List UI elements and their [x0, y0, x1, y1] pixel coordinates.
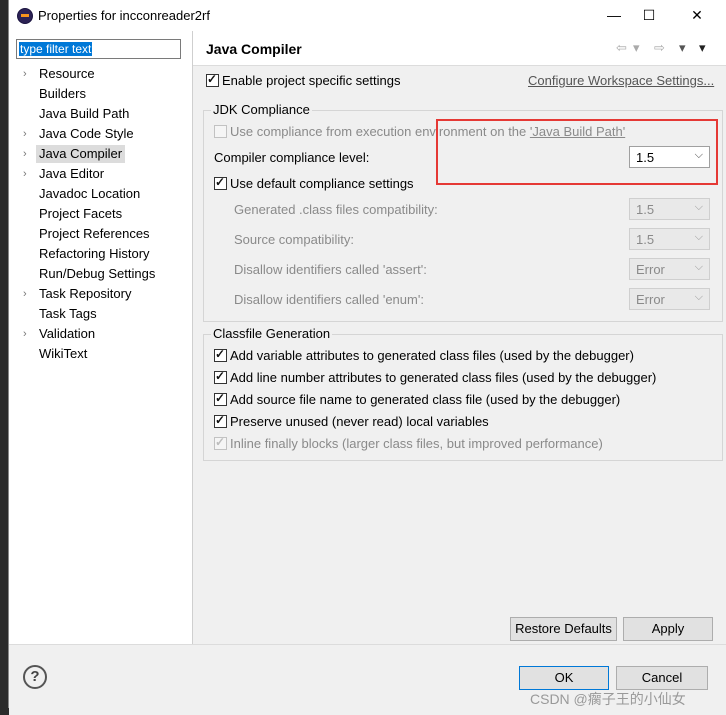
use-default-compliance-checkbox[interactable]: [214, 175, 227, 190]
tree-item-refactoring-history[interactable]: Refactoring History: [39, 245, 150, 263]
disallow-enum-label: Disallow identifiers called 'enum':: [234, 292, 424, 307]
add-line-number-label: Add line number attributes to generated …: [230, 370, 657, 385]
highlight-annotation: [436, 119, 718, 185]
add-line-number-checkbox[interactable]: [214, 369, 227, 384]
jdk-compliance-title: JDK Compliance: [211, 102, 312, 117]
restore-defaults-button[interactable]: Restore Defaults: [510, 617, 617, 641]
preference-tree: type filter text › Resource Builders Jav…: [9, 31, 192, 644]
eclipse-app-icon: [17, 8, 33, 24]
preserve-unused-locals-checkbox[interactable]: [214, 413, 227, 428]
disallow-enum-select[interactable]: Error ⌵: [629, 288, 710, 310]
back-arrow-icon[interactable]: ⇦: [616, 40, 627, 56]
page-header: Java Compiler ⇦ ▾ ⇨ ▾ ▾: [193, 31, 726, 66]
add-variable-attributes-checkbox[interactable]: [214, 347, 227, 362]
disallow-assert-select[interactable]: Error ⌵: [629, 258, 710, 280]
add-variable-attributes-label: Add variable attributes to generated cla…: [230, 348, 634, 363]
preserve-unused-locals-label: Preserve unused (never read) local varia…: [230, 414, 489, 429]
help-icon[interactable]: ?: [23, 665, 47, 689]
chevron-down-icon: ⌵: [694, 201, 703, 213]
chevron-down-icon: ⌵: [694, 261, 703, 273]
chevron-down-icon: ⌵: [694, 291, 703, 303]
source-compat-select[interactable]: 1.5 ⌵: [629, 228, 710, 250]
csdn-watermark: CSDN @瘸子王的小仙女: [530, 691, 686, 707]
disallow-assert-label: Disallow identifiers called 'assert':: [234, 262, 427, 277]
ok-button[interactable]: OK: [519, 666, 609, 690]
minimize-button[interactable]: —: [603, 5, 625, 25]
expand-arrow-icon[interactable]: ›: [23, 65, 31, 83]
add-source-file-name-checkbox[interactable]: [214, 391, 227, 406]
tree-item-java-editor[interactable]: Java Editor: [39, 165, 104, 183]
generated-class-compat-select[interactable]: 1.5 ⌵: [629, 198, 710, 220]
tree-item-java-compiler[interactable]: Java Compiler: [36, 145, 126, 163]
tree-item-wikitext[interactable]: WikiText: [39, 345, 87, 363]
tree-item-javadoc-location[interactable]: Javadoc Location: [39, 185, 140, 203]
properties-dialog: Properties for incconreader2rf — ☐ ✕ typ…: [8, 0, 726, 709]
cancel-button[interactable]: Cancel: [616, 666, 708, 690]
back-dropdown-icon[interactable]: ▾: [633, 40, 640, 56]
source-compat-label: Source compatibility:: [234, 232, 354, 247]
inline-finally-label: Inline finally blocks (larger class file…: [230, 436, 603, 451]
expand-arrow-icon[interactable]: ›: [23, 125, 31, 143]
configure-workspace-link[interactable]: Configure Workspace Settings...: [528, 73, 714, 88]
tree-item-java-build-path[interactable]: Java Build Path: [39, 105, 129, 123]
enable-project-settings-label: Enable project specific settings: [222, 73, 401, 88]
expand-arrow-icon[interactable]: ›: [23, 325, 31, 343]
tree-item-validation[interactable]: Validation: [39, 325, 95, 343]
tree-item-project-facets[interactable]: Project Facets: [39, 205, 122, 223]
page-title: Java Compiler: [206, 41, 302, 57]
filter-input[interactable]: type filter text: [16, 39, 181, 59]
tree-item-project-references[interactable]: Project References: [39, 225, 150, 243]
forward-arrow-icon[interactable]: ⇨: [654, 40, 665, 56]
tree-item-task-repository[interactable]: Task Repository: [39, 285, 131, 303]
classfile-generation-title: Classfile Generation: [211, 326, 333, 341]
tree-item-resource[interactable]: Resource: [39, 65, 95, 83]
filter-text: type filter text: [19, 42, 93, 56]
forward-dropdown-icon[interactable]: ▾: [679, 40, 686, 56]
use-default-compliance-label: Use default compliance settings: [230, 176, 414, 191]
title-bar: Properties for incconreader2rf — ☐ ✕: [9, 0, 726, 31]
close-button[interactable]: ✕: [686, 5, 708, 25]
compliance-level-label: Compiler compliance level:: [214, 150, 370, 165]
apply-button[interactable]: Apply: [623, 617, 713, 641]
chevron-down-icon: ⌵: [694, 231, 703, 243]
expand-arrow-icon[interactable]: ›: [23, 145, 31, 163]
expand-arrow-icon[interactable]: ›: [23, 285, 31, 303]
maximize-button[interactable]: ☐: [638, 5, 660, 25]
tree-item-run-debug-settings[interactable]: Run/Debug Settings: [39, 265, 155, 283]
generated-class-compat-label: Generated .class files compatibility:: [234, 202, 438, 217]
tree-item-java-code-style[interactable]: Java Code Style: [39, 125, 134, 143]
enable-project-settings-checkbox[interactable]: [206, 72, 219, 87]
add-source-file-name-label: Add source file name to generated class …: [230, 392, 621, 407]
tree-item-builders[interactable]: Builders: [39, 85, 86, 103]
use-compliance-env-checkbox[interactable]: [214, 125, 227, 138]
view-menu-icon[interactable]: ▾: [699, 40, 706, 56]
tree-item-task-tags[interactable]: Task Tags: [39, 305, 97, 323]
window-title: Properties for incconreader2rf: [38, 8, 210, 23]
expand-arrow-icon[interactable]: ›: [23, 165, 31, 183]
inline-finally-checkbox[interactable]: [214, 435, 227, 450]
